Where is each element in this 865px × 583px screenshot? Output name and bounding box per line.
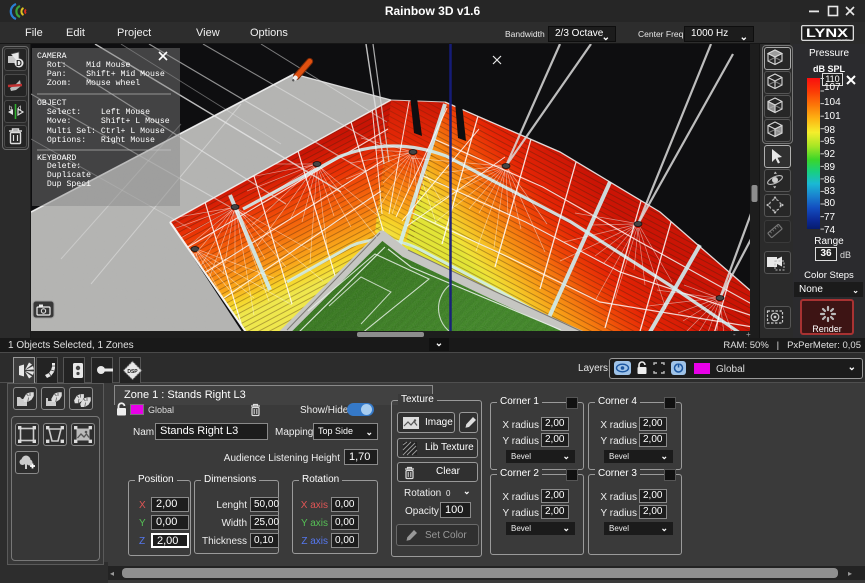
- svg-text:Pan: Shift+ Mid Mouse: Pan: Shift+ Mid Mouse: [37, 69, 165, 79]
- svg-text:Duplicate: Duplicate: [37, 170, 91, 180]
- svg-text:DSP: DSP: [127, 369, 138, 375]
- svg-text:d: d: [18, 106, 21, 112]
- svg-text:Move: Shift+ L Mouse: Move: Shift+ L Mouse: [37, 116, 170, 126]
- svg-text:pro audio: pro audio: [837, 38, 850, 42]
- svg-text:Delete:: Delete:: [37, 161, 81, 171]
- svg-text:Dup Speci: Dup Speci: [37, 179, 91, 189]
- svg-text:Global: Global: [716, 364, 745, 375]
- svg-text:D: D: [16, 59, 22, 68]
- svg-text:CAMERA: CAMERA: [37, 52, 67, 61]
- svg-text:Options: Right Mouse: Options: Right Mouse: [37, 135, 155, 145]
- svg-text:-: -: [733, 330, 736, 338]
- svg-text:OBJECT: OBJECT: [37, 99, 67, 108]
- svg-text:+: +: [746, 330, 751, 338]
- svg-text:Zoom: Mouse wheel: Zoom: Mouse wheel: [37, 78, 140, 88]
- svg-text:Select: Left Mouse: Select: Left Mouse: [37, 107, 150, 117]
- svg-text:Multi Sel: Ctrl+ L Mouse: Multi Sel: Ctrl+ L Mouse: [37, 126, 165, 136]
- svg-text:Rot: Mid Mouse: Rot: Mid Mouse: [37, 60, 130, 70]
